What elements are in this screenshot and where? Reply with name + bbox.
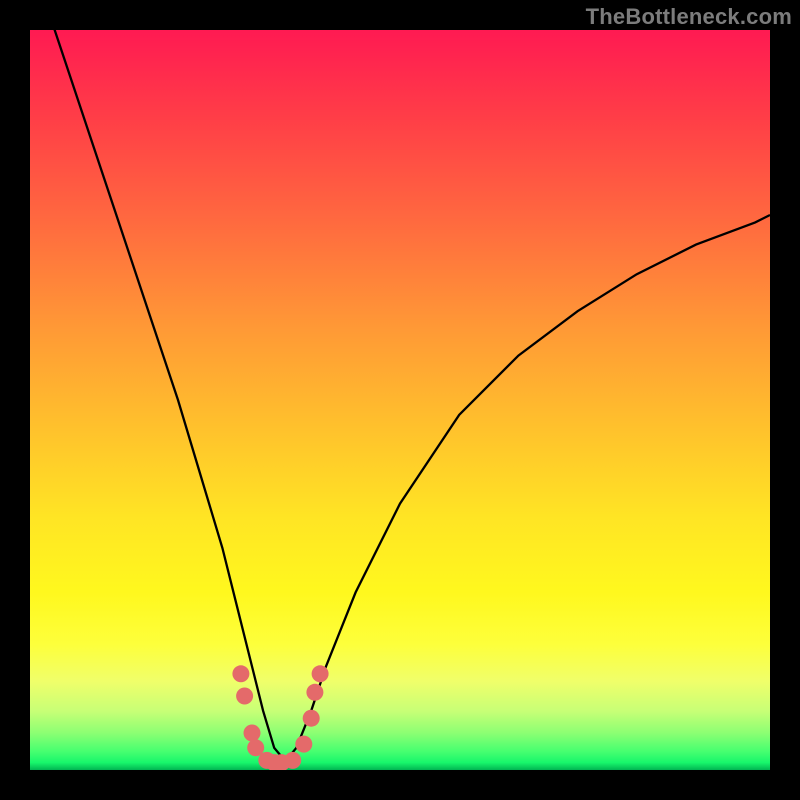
valley-marker: [312, 665, 329, 682]
watermark-text: TheBottleneck.com: [586, 4, 792, 30]
bottleneck-curve-path: [30, 30, 770, 761]
valley-markers: [232, 665, 328, 770]
valley-marker: [284, 752, 301, 769]
valley-marker: [236, 688, 253, 705]
chart-frame: TheBottleneck.com: [0, 0, 800, 800]
valley-marker: [295, 736, 312, 753]
bottleneck-curve-svg: [30, 30, 770, 770]
valley-marker: [232, 665, 249, 682]
valley-marker: [244, 725, 261, 742]
valley-marker: [303, 710, 320, 727]
plot-area: [30, 30, 770, 770]
valley-marker: [306, 684, 323, 701]
